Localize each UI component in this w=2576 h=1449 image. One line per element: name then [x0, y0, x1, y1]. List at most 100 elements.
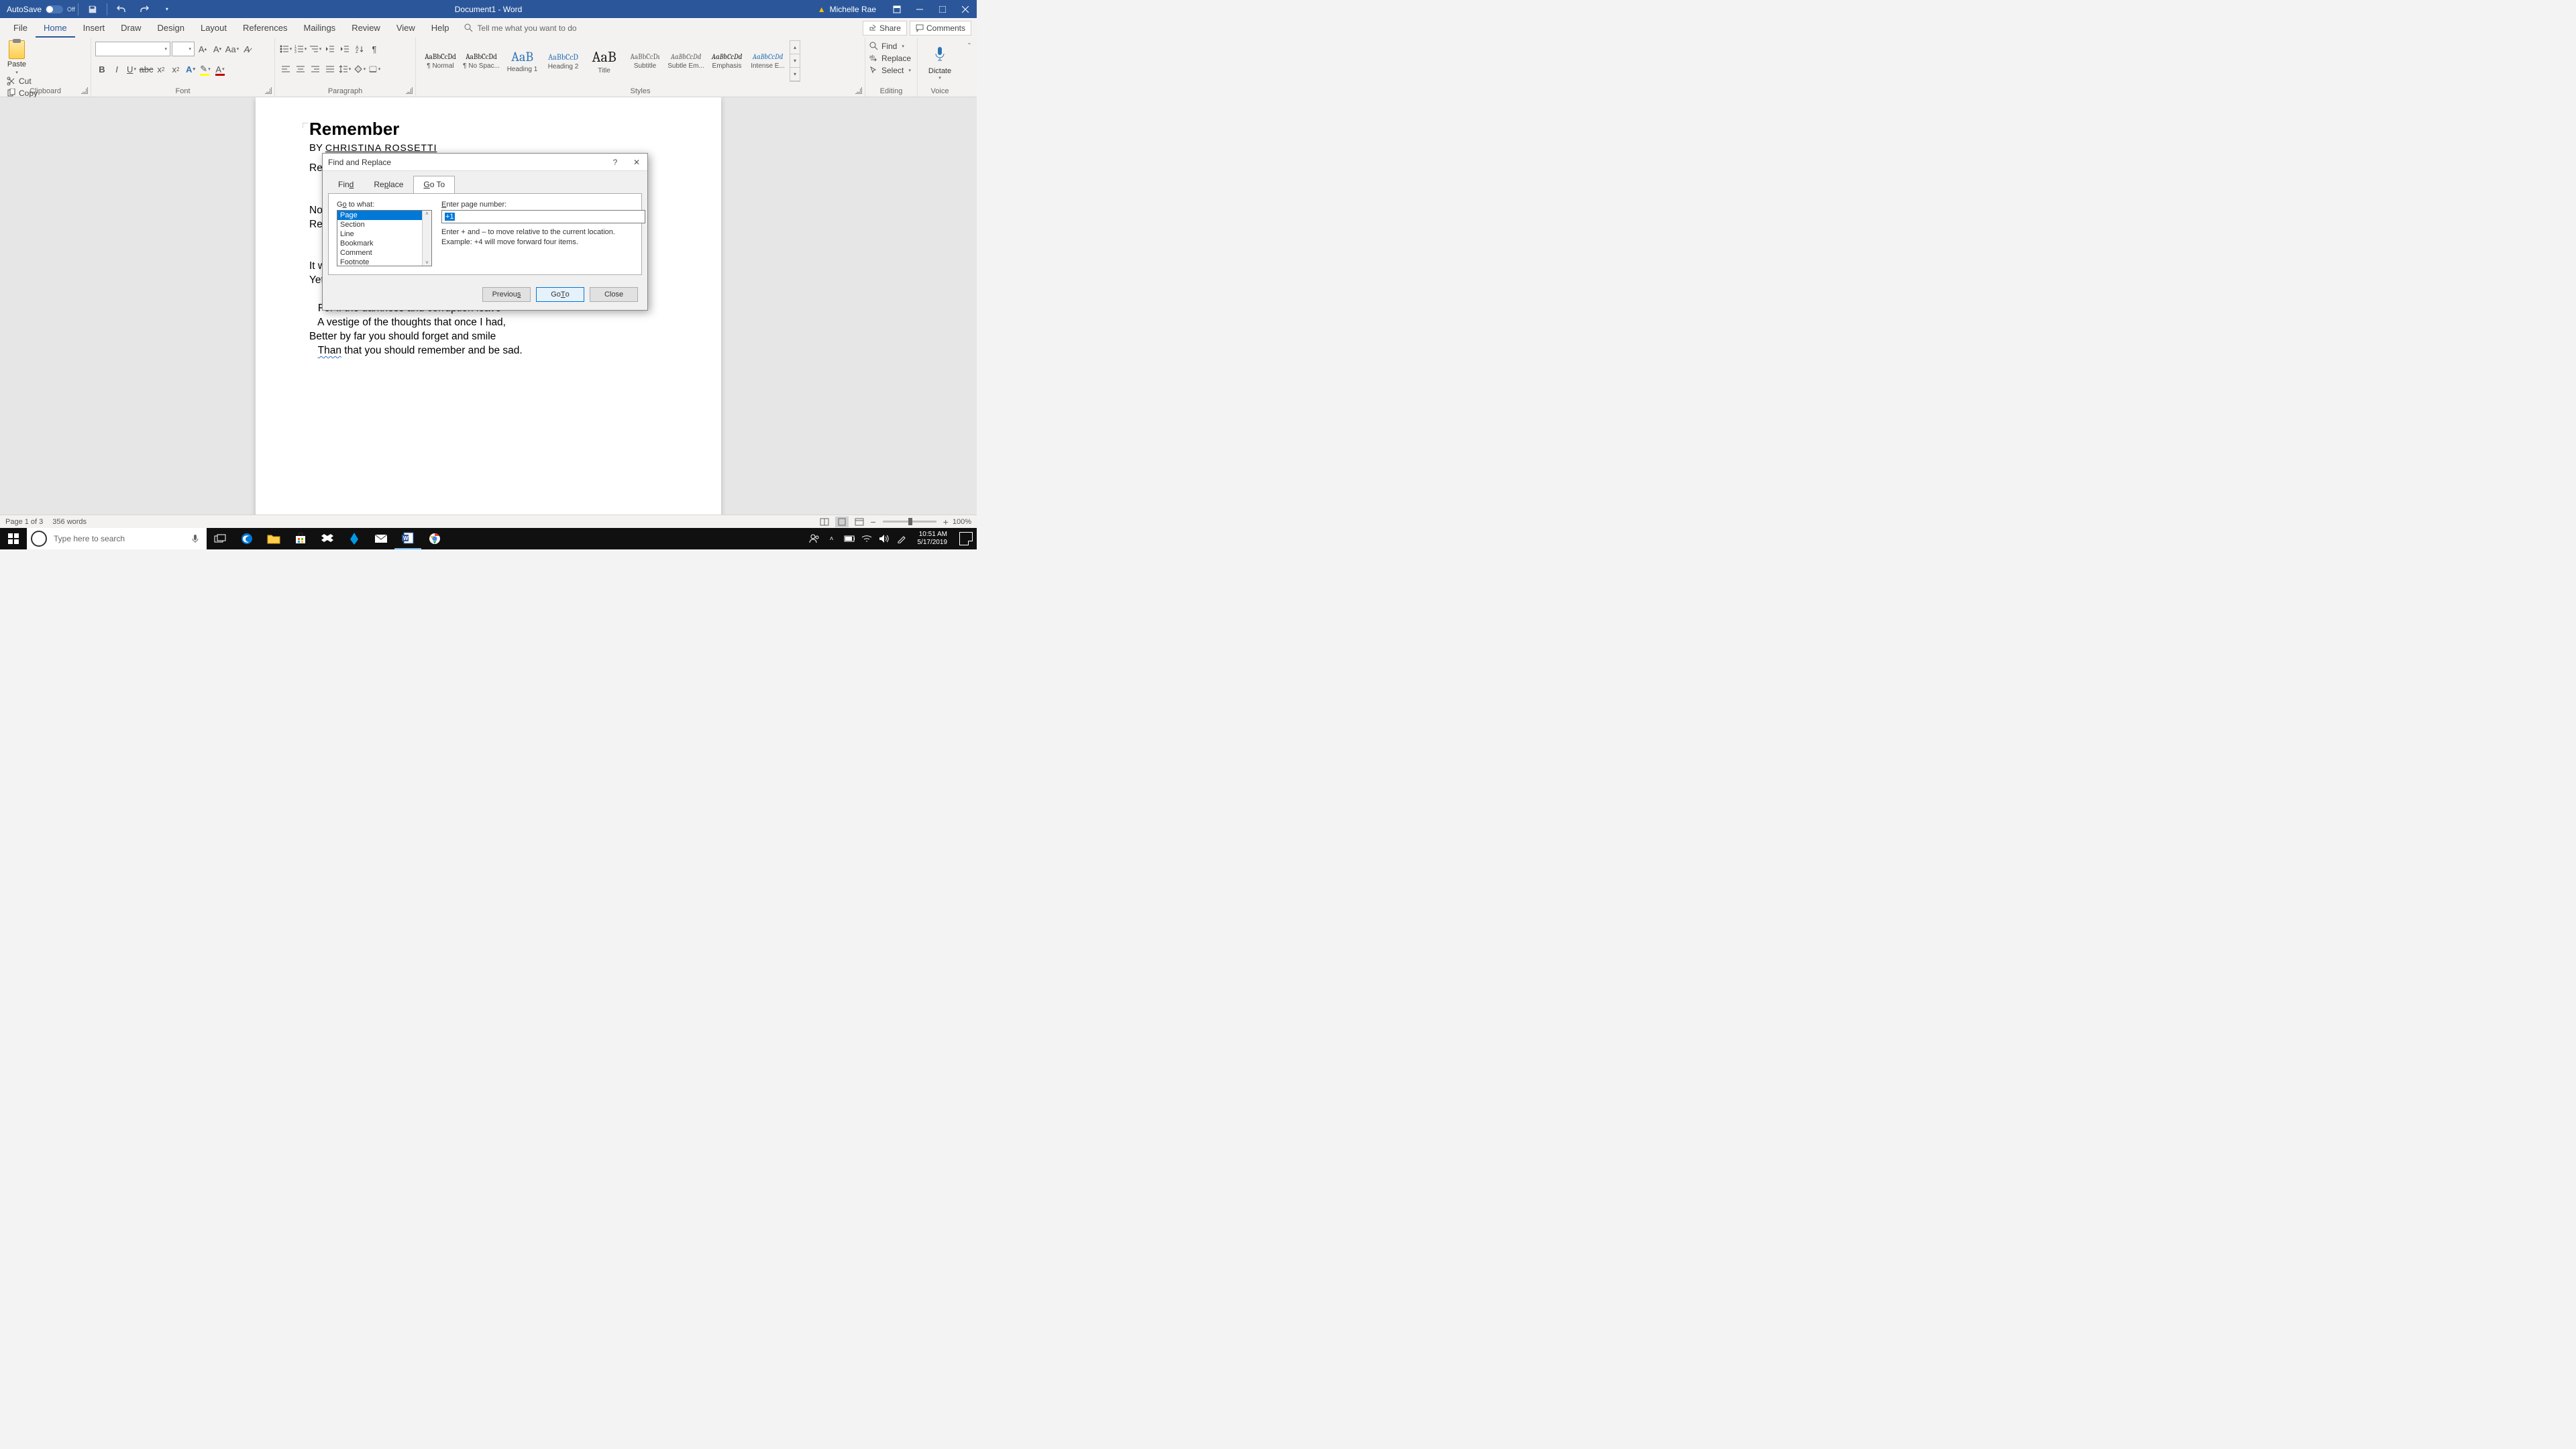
zoom-slider[interactable]: [883, 521, 936, 523]
dialog-tab-replace[interactable]: Replace: [364, 176, 413, 194]
tab-layout[interactable]: Layout: [193, 18, 235, 38]
tab-references[interactable]: References: [235, 18, 295, 38]
goto-what-listbox[interactable]: PageSectionLineBookmarkCommentFootnoteEn…: [337, 210, 432, 266]
multilevel-list-icon[interactable]: [309, 42, 322, 56]
autosave-toggle[interactable]: AutoSave Off: [7, 5, 75, 14]
chrome-icon[interactable]: [421, 528, 448, 549]
edge-icon[interactable]: [233, 528, 260, 549]
dialog-help-icon[interactable]: ?: [604, 154, 626, 171]
font-size-input[interactable]: ▾: [172, 42, 195, 56]
undo-icon[interactable]: [113, 1, 130, 18]
previous-button[interactable]: Previous: [482, 287, 531, 302]
maximize-icon[interactable]: [931, 0, 954, 18]
close-icon[interactable]: [954, 0, 977, 18]
change-case-icon[interactable]: Aa: [225, 42, 239, 56]
web-layout-icon[interactable]: [853, 517, 866, 527]
font-launcher[interactable]: [265, 87, 272, 94]
underline-icon[interactable]: U: [125, 62, 138, 76]
shading-icon[interactable]: [353, 62, 366, 76]
bullets-icon[interactable]: [279, 42, 292, 56]
comments-button[interactable]: Comments: [910, 21, 971, 36]
file-explorer-icon[interactable]: [260, 528, 287, 549]
borders-icon[interactable]: [368, 62, 381, 76]
text-effects-icon[interactable]: A: [184, 62, 197, 76]
numbering-icon[interactable]: 123: [294, 42, 307, 56]
style--no-spac-[interactable]: AaBbCcDd¶ No Spac...: [461, 40, 502, 82]
user-name[interactable]: Michelle Rae: [830, 5, 876, 14]
dialog-close-icon[interactable]: ✕: [626, 154, 647, 171]
clock[interactable]: 10:51 AM 5/17/2019: [918, 531, 948, 547]
zoom-level[interactable]: 100%: [953, 518, 971, 526]
style-subtitle[interactable]: AaBbCcDıSubtitle: [625, 40, 665, 82]
increase-indent-icon[interactable]: [338, 42, 352, 56]
word-count[interactable]: 356 words: [52, 518, 87, 526]
dialog-titlebar[interactable]: Find and Replace ? ✕: [323, 154, 647, 171]
print-layout-icon[interactable]: [835, 517, 849, 527]
decrease-indent-icon[interactable]: [323, 42, 337, 56]
styles-more[interactable]: ▴▾▾: [790, 40, 800, 82]
tab-home[interactable]: Home: [36, 18, 75, 38]
select-button[interactable]: Select▾: [869, 64, 913, 76]
align-center-icon[interactable]: [294, 62, 307, 76]
style-emphasis[interactable]: AaBbCcDdEmphasis: [706, 40, 747, 82]
dropbox-icon[interactable]: [314, 528, 341, 549]
redo-icon[interactable]: [136, 1, 153, 18]
highlight-icon[interactable]: ✎: [199, 62, 212, 76]
paragraph-launcher[interactable]: [406, 87, 413, 94]
cut-button[interactable]: Cut: [7, 76, 87, 86]
style--normal[interactable]: AaBbCcDd¶ Normal: [420, 40, 461, 82]
sort-icon[interactable]: AZ: [353, 42, 366, 56]
style-title[interactable]: AaBTitle: [584, 40, 625, 82]
tab-review[interactable]: Review: [343, 18, 388, 38]
font-color-icon[interactable]: A: [213, 62, 227, 76]
notifications-icon[interactable]: [959, 532, 973, 545]
tab-view[interactable]: View: [388, 18, 423, 38]
align-left-icon[interactable]: [279, 62, 292, 76]
share-button[interactable]: Share: [863, 21, 907, 36]
style-subtle-em-[interactable]: AaBbCcDdSubtle Em...: [665, 40, 706, 82]
shrink-font-icon[interactable]: A▾: [211, 42, 224, 56]
collapse-ribbon-icon[interactable]: ˆ: [962, 38, 977, 97]
author-link[interactable]: CHRISTINA ROSSETTI: [325, 142, 437, 153]
task-view-icon[interactable]: [207, 528, 233, 549]
close-button[interactable]: Close: [590, 287, 638, 302]
font-name-input[interactable]: ▾: [95, 42, 170, 56]
chevron-up-icon[interactable]: ˄: [826, 533, 837, 544]
taskbar-search[interactable]: Type here to search: [27, 528, 207, 549]
bold-icon[interactable]: B: [95, 62, 109, 76]
subscript-icon[interactable]: x2: [154, 62, 168, 76]
dialog-tab-find[interactable]: Find: [328, 176, 364, 194]
tab-help[interactable]: Help: [423, 18, 458, 38]
style-heading-2[interactable]: AaBbCcDHeading 2: [543, 40, 584, 82]
list-item[interactable]: Page: [337, 211, 422, 220]
qat-more-icon[interactable]: ▾: [158, 1, 176, 18]
style-intense-e-[interactable]: AaBbCcDdIntense E...: [747, 40, 788, 82]
superscript-icon[interactable]: x2: [169, 62, 182, 76]
start-icon[interactable]: [0, 528, 27, 549]
wifi-icon[interactable]: [861, 533, 872, 544]
find-button[interactable]: Find▾: [869, 40, 913, 52]
dictate-button[interactable]: [931, 43, 949, 67]
styles-launcher[interactable]: [855, 87, 862, 94]
align-right-icon[interactable]: [309, 62, 322, 76]
page-indicator[interactable]: Page 1 of 3: [5, 518, 43, 526]
clear-formatting-icon[interactable]: A̷: [240, 42, 254, 56]
grow-font-icon[interactable]: A▴: [196, 42, 209, 56]
italic-icon[interactable]: I: [110, 62, 123, 76]
tab-design[interactable]: Design: [150, 18, 193, 38]
tab-mailings[interactable]: Mailings: [296, 18, 344, 38]
tell-me-search[interactable]: Tell me what you want to do: [458, 18, 584, 38]
style-heading-1[interactable]: AaBHeading 1: [502, 40, 543, 82]
store-icon[interactable]: [287, 528, 314, 549]
paste-button[interactable]: Paste ▾: [4, 40, 30, 75]
tab-draw[interactable]: Draw: [113, 18, 149, 38]
list-item[interactable]: Footnote: [337, 258, 422, 266]
battery-icon[interactable]: [844, 533, 855, 544]
volume-icon[interactable]: [879, 533, 890, 544]
list-item[interactable]: Section: [337, 220, 422, 229]
justify-icon[interactable]: [323, 62, 337, 76]
strikethrough-icon[interactable]: abc: [140, 62, 153, 76]
list-item[interactable]: Line: [337, 229, 422, 239]
page-number-input[interactable]: +1: [441, 210, 645, 223]
mail-icon[interactable]: [368, 528, 394, 549]
